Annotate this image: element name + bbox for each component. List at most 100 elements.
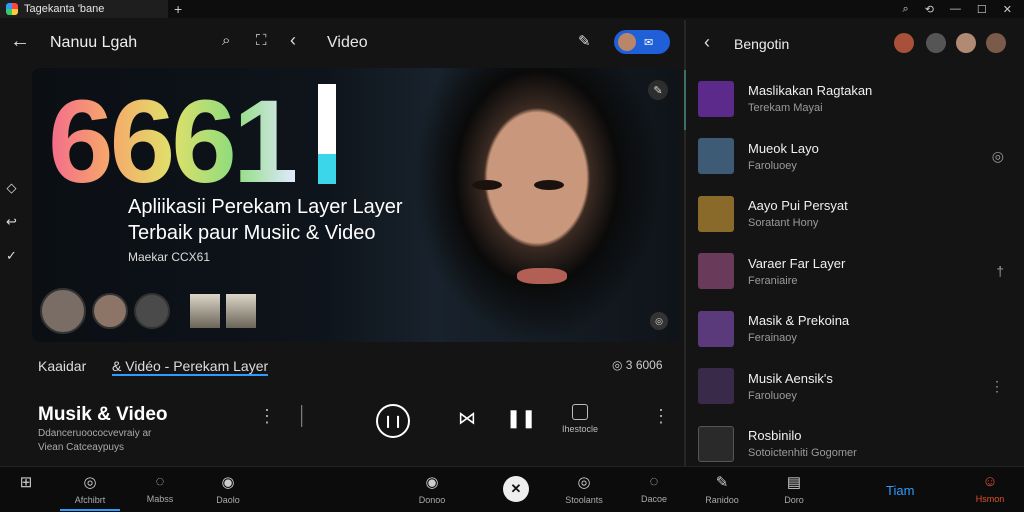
now-playing-subtitle-2: Viean Catceaypuys xyxy=(38,442,124,453)
note-box-icon xyxy=(572,404,589,420)
list-item-subtitle: Soratant Hony xyxy=(748,217,819,230)
play-button[interactable]: ❙❙ xyxy=(376,404,410,438)
nav-label: Dacoe xyxy=(640,494,667,504)
now-playing-title: Musik & Video xyxy=(38,404,168,425)
skip-icon[interactable]: ⋈ xyxy=(458,408,476,429)
hero-number-bar xyxy=(318,84,336,184)
gear-icon: ◎ xyxy=(577,474,591,491)
nav-item-doro[interactable]: ▤ Doro xyxy=(764,473,824,505)
list-item[interactable]: Mueok Layo Faroluoey ◎ xyxy=(698,128,1016,186)
nav-item-stoolants[interactable]: ◎ Stoolants xyxy=(554,473,614,505)
nav-item-ranidoo[interactable]: ✎ Ranidoo xyxy=(692,473,752,505)
nav-item-daolo[interactable]: ◉ Daolo xyxy=(198,473,258,505)
note-box-label: Ihestocle xyxy=(562,424,599,434)
note-box[interactable]: Ihestocle xyxy=(562,404,598,434)
app-logo-icon xyxy=(6,3,18,15)
pin-icon[interactable]: † xyxy=(996,263,1004,279)
search-icon[interactable]: ⌕ xyxy=(222,32,230,49)
scroll-indicator[interactable] xyxy=(684,70,686,130)
list-item[interactable]: Musik Aensik's Faroluoey ⋮ xyxy=(698,358,1016,416)
thumbnail xyxy=(698,253,734,290)
nav-item-donoo[interactable]: ◉ Donoo xyxy=(402,473,462,505)
bottom-nav: ⊞ ◎ Afchibrt ◌ Mabss ◉ Daolo ◉ Donoo ✕ ◎ Stoo… xyxy=(0,466,1024,512)
list-item[interactable]: Rosbinilo Sotoictenhiti Gogomer xyxy=(698,415,1016,473)
caption-left[interactable]: Kaaidar xyxy=(38,358,86,374)
more-icon[interactable]: ⋮ xyxy=(258,406,276,427)
left-rail: ◇ ↩ ✓ xyxy=(6,180,17,264)
list-item-title: Varaer Far Layer xyxy=(748,255,846,271)
more-icon[interactable]: ⋮ xyxy=(990,378,1004,395)
window-search-icon[interactable]: ⌕ xyxy=(903,3,909,16)
caption-title[interactable]: & Vidéo - Perekam Layer xyxy=(112,358,269,376)
nav-label: Ranidoo xyxy=(705,495,739,505)
list-item[interactable]: Aayo Pui Persyat Soratant Hony xyxy=(698,185,1016,243)
record-icon[interactable] xyxy=(894,33,914,53)
pencil-icon: ✎ xyxy=(715,474,729,491)
hero-avatars xyxy=(40,288,256,334)
list-item-title: Masik & Prekoina xyxy=(748,313,850,329)
nav-item-mabss[interactable]: ◌ Mabss xyxy=(130,473,190,504)
reply-icon[interactable]: ↩ xyxy=(6,214,17,230)
list-item[interactable]: Maslikakan Ragtakan Terekam Mayai xyxy=(698,70,1016,128)
pen-icon[interactable]: ✎ xyxy=(648,80,668,100)
list-item[interactable]: Varaer Far Layer Feraniaire † xyxy=(698,243,1016,301)
view-count: ◎ 3 6006 xyxy=(612,358,663,372)
more-icon[interactable]: ⋮ xyxy=(652,406,670,427)
volume-bar[interactable]: ⏐ xyxy=(296,406,307,429)
list-item-title: Aayo Pui Persyat xyxy=(748,198,848,214)
back-arrow-icon[interactable]: ← xyxy=(10,30,30,53)
chat-icon[interactable] xyxy=(926,33,946,53)
avatar[interactable] xyxy=(134,293,170,329)
maximize-button[interactable]: ☐ xyxy=(977,3,987,16)
avatar[interactable] xyxy=(40,288,86,334)
nav-item-dacoe[interactable]: ◌ Dacoe xyxy=(624,473,684,504)
center-action-button[interactable]: ✕ xyxy=(503,476,529,502)
profile-pill[interactable]: ✉ xyxy=(614,30,670,54)
nav-label: Donoo xyxy=(418,495,446,505)
list-item-title: Musik Aensik's xyxy=(748,370,833,386)
chevron-left-icon[interactable]: ‹ xyxy=(704,32,710,53)
thumbnail xyxy=(698,195,734,232)
avatar[interactable] xyxy=(92,293,128,329)
close-button[interactable]: ✕ xyxy=(1003,3,1012,16)
browser-tab[interactable]: Tagekanta 'bane xyxy=(0,0,168,18)
window-history-icon[interactable]: ⟲ xyxy=(925,3,934,16)
scan-icon[interactable]: ⛶ xyxy=(256,32,267,49)
list-item-title: Maslikakan Ragtakan xyxy=(748,83,873,99)
portrait-eye xyxy=(534,180,564,190)
section-title: Video xyxy=(327,34,368,51)
list-item-title: Mueok Layo xyxy=(748,140,819,156)
nav-label: Stoolants xyxy=(565,495,603,505)
message-icon: ✉ xyxy=(644,36,654,49)
chevron-left-icon[interactable]: ‹ xyxy=(290,30,296,51)
pause-icon[interactable]: ❚❚ xyxy=(506,408,536,429)
target-icon[interactable]: ◎ xyxy=(992,148,1004,165)
avatar[interactable] xyxy=(956,33,976,53)
thumbnail[interactable] xyxy=(190,294,220,328)
hero-tagline: Maekar CCX61 xyxy=(128,250,211,264)
avatar[interactable] xyxy=(986,33,1006,53)
tag-icon[interactable]: ◇ xyxy=(6,180,17,196)
list-item[interactable]: Masik & Prekoina Ferainaoy xyxy=(698,300,1016,358)
now-playing-subtitle: Ddanceruoococvevraiy ar xyxy=(38,428,152,439)
music-icon: ◌ xyxy=(155,473,165,490)
minimize-button[interactable]: — xyxy=(950,3,961,16)
nav-label: Mabss xyxy=(146,494,174,504)
hero-banner[interactable]: 6661 Apliikasii Perekam Layer Layer Terb… xyxy=(32,68,680,342)
nav-item-team[interactable]: Tiam xyxy=(886,483,914,498)
list-item-subtitle: Ferainaoy xyxy=(748,332,797,345)
list-item-subtitle: Sotoictenhiti Gogomer xyxy=(748,447,857,460)
new-tab-button[interactable]: + xyxy=(174,1,182,17)
playlist: Maslikakan Ragtakan Terekam Mayai Mueok L… xyxy=(698,70,1016,473)
nav-item-menu[interactable]: ⊞ xyxy=(0,473,56,495)
right-header: ‹ Bengotin xyxy=(686,20,1024,66)
info-icon[interactable]: ◎ xyxy=(650,312,668,330)
radio-icon: ◉ xyxy=(221,474,235,491)
nav-label: Doro xyxy=(784,495,804,505)
thumbnail[interactable] xyxy=(226,294,256,328)
edit-icon[interactable]: ✎ xyxy=(578,32,591,50)
nav-item-afchibrt[interactable]: ◎ Afchibrt xyxy=(60,473,120,511)
nav-item-hsmon[interactable]: ☺ Hsmon xyxy=(960,473,1020,504)
check-icon[interactable]: ✓ xyxy=(6,248,17,264)
disc-icon: ◎ xyxy=(83,474,97,491)
